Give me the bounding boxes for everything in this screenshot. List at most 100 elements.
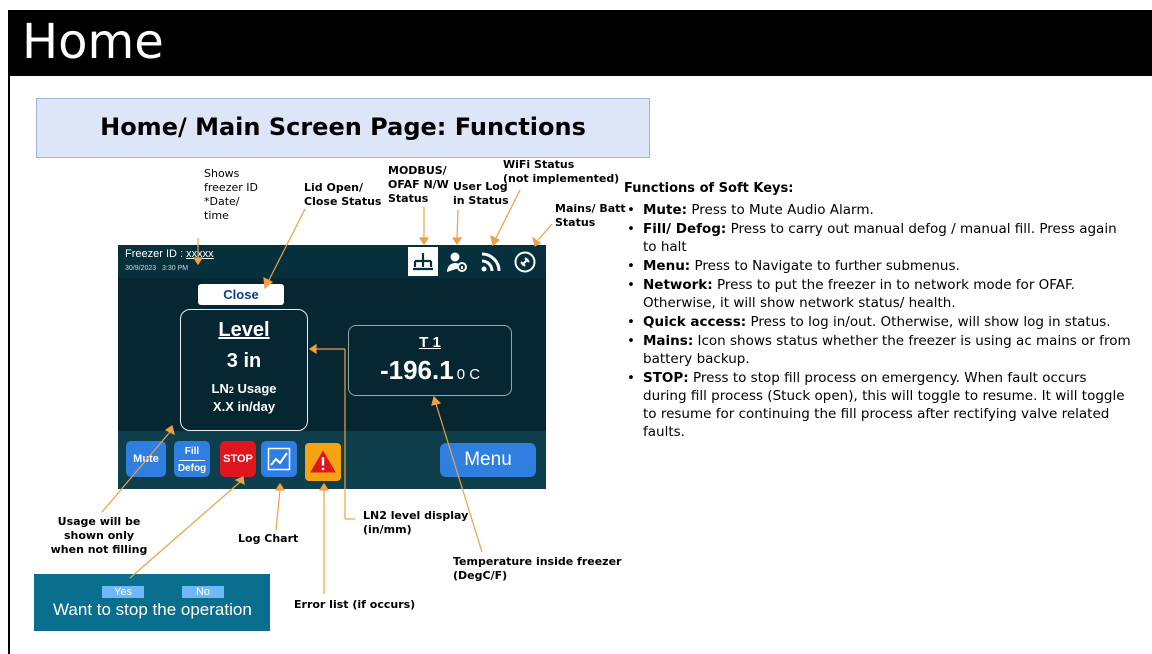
annotation-error-list: Error list (if occurs) bbox=[294, 598, 416, 611]
usage-label-prefix: LN bbox=[211, 381, 229, 396]
annotation-line: *Date/ bbox=[204, 195, 240, 208]
temperature-value: -196.1 bbox=[379, 355, 454, 385]
functions-heading: Functions of Soft Keys: bbox=[624, 181, 794, 196]
line-chart-icon bbox=[267, 447, 291, 471]
usage-label-suffix: Usage bbox=[233, 381, 277, 396]
freezer-id-value: xxxxx bbox=[186, 248, 214, 260]
temperature-label: T 1 bbox=[419, 334, 441, 351]
mains-battery-icon bbox=[510, 247, 540, 276]
functions-panel: Functions of Soft Keys: Mute: Press to M… bbox=[624, 180, 1134, 442]
usage-value: X.X in/day bbox=[212, 399, 276, 414]
fill-defog-button[interactable]: Fill Defog bbox=[174, 441, 210, 477]
function-desc: Press to stop fill process on emergency.… bbox=[643, 370, 1125, 440]
function-key: Network: bbox=[643, 277, 713, 293]
annotation-line: MODBUS/ bbox=[388, 164, 447, 177]
wifi-icon[interactable] bbox=[476, 247, 506, 276]
level-value: 3 in bbox=[226, 350, 262, 372]
annotation-line: (DegC/F) bbox=[453, 569, 508, 582]
annotation-line: Shows bbox=[204, 167, 240, 180]
function-key: Menu: bbox=[643, 258, 691, 274]
function-item-fill-defog: Fill/ Defog: Press to carry out manual d… bbox=[624, 220, 1134, 256]
error-list-button[interactable] bbox=[305, 443, 341, 481]
menu-button[interactable]: Menu bbox=[440, 443, 536, 477]
level-label: Level bbox=[218, 319, 270, 341]
lid-status-button[interactable]: Close bbox=[198, 284, 284, 305]
function-item-stop: STOP: Press to stop fill process on emer… bbox=[624, 369, 1134, 441]
annotation-line: in Status bbox=[453, 194, 509, 207]
slide-header: Home bbox=[8, 10, 1152, 76]
dialog-question: Want to stop the operation bbox=[53, 600, 252, 619]
no-button[interactable]: No bbox=[182, 586, 224, 598]
annotation-line: time bbox=[204, 209, 229, 222]
status-bar: Freezer ID : xxxxx 30/9/2023 3:30 PM bbox=[118, 245, 546, 278]
slide-title: Home bbox=[22, 14, 164, 70]
annotation-line: (in/mm) bbox=[363, 523, 412, 536]
annotation-line: Status bbox=[555, 216, 596, 229]
annotation-user-log: User Log in Status bbox=[453, 180, 509, 208]
freezer-id-label: Freezer ID : bbox=[125, 248, 184, 260]
soft-key-bar: Mute Fill Defog STOP Menu bbox=[118, 431, 546, 489]
annotation-line: when not filling bbox=[50, 543, 148, 556]
subtitle-banner: Home/ Main Screen Page: Functions bbox=[36, 98, 650, 158]
function-key: Quick access: bbox=[643, 314, 747, 330]
date-value: 30/9/2023 bbox=[125, 265, 157, 272]
fill-label: Fill bbox=[184, 446, 200, 457]
level-panel: Level 3 in LN2 Usage X.X in/day bbox=[180, 309, 308, 431]
annotation-log-chart: Log Chart bbox=[238, 532, 299, 545]
function-desc: Icon shows status whether the freezer is… bbox=[643, 333, 1131, 367]
annotation-line: freezer ID bbox=[204, 181, 258, 194]
slide-left-border bbox=[8, 76, 10, 654]
subtitle-text: Home/ Main Screen Page: Functions bbox=[100, 113, 586, 141]
stop-confirm-dialog: Yes No Want to stop the operation bbox=[34, 574, 270, 631]
stop-button[interactable]: STOP bbox=[220, 441, 256, 477]
function-key: Mains: bbox=[643, 333, 694, 349]
function-item-network: Network: Press to put the freezer in to … bbox=[624, 276, 1134, 312]
annotation-ln2-level: LN2 level display (in/mm) bbox=[363, 509, 468, 537]
annotation-line: LN2 level display bbox=[363, 509, 469, 522]
annotation-line: shown only bbox=[63, 529, 135, 542]
annotation-usage: Usage will be shown only when not fillin… bbox=[49, 515, 149, 557]
mute-button[interactable]: Mute bbox=[126, 441, 166, 477]
temperature-panel: T 1 -196.1 0 C bbox=[348, 325, 512, 396]
annotation-modbus: MODBUS/ OFAF N/W Status bbox=[388, 164, 449, 206]
yes-button[interactable]: Yes bbox=[102, 586, 144, 598]
function-desc: Press to log in/out. Otherwise, will sho… bbox=[750, 314, 1111, 330]
annotation-line: Close Status bbox=[304, 195, 382, 208]
function-item-mute: Mute: Press to Mute Audio Alarm. bbox=[624, 201, 1134, 219]
annotation-line: OFAF N/W bbox=[388, 178, 449, 191]
annotation-line: (not implemented) bbox=[503, 172, 620, 185]
log-chart-button[interactable] bbox=[261, 441, 297, 477]
network-icon[interactable] bbox=[408, 247, 438, 276]
temperature-readout: -196.1 0 C bbox=[349, 355, 511, 386]
defog-label: Defog bbox=[177, 463, 207, 474]
function-item-menu: Menu: Press to Navigate to further subme… bbox=[624, 257, 1134, 275]
annotation-lid: Lid Open/ Close Status bbox=[304, 181, 381, 209]
temperature-unit: 0 C bbox=[456, 366, 481, 383]
annotation-wifi: WiFi Status (not implemented) bbox=[503, 158, 619, 186]
device-home-screen: Freezer ID : xxxxx 30/9/2023 3:30 PM Clo… bbox=[118, 245, 546, 489]
leader-log-chart bbox=[275, 489, 281, 531]
function-desc: Press to Navigate to further submenus. bbox=[694, 258, 960, 274]
time-value: 3:30 PM bbox=[162, 265, 189, 272]
annotation-temperature: Temperature inside freezer (DegC/F) bbox=[453, 555, 621, 583]
leader-user-log bbox=[456, 209, 459, 239]
annotation-line: Mains/ Batt bbox=[555, 202, 626, 215]
annotation-line: Status bbox=[388, 192, 429, 205]
annotation-line: Temperature inside freezer bbox=[453, 555, 622, 568]
function-key: Mute: bbox=[643, 202, 688, 218]
functions-list: Mute: Press to Mute Audio Alarm. Fill/ D… bbox=[624, 201, 1134, 441]
leader-mains bbox=[537, 223, 553, 241]
function-key: Fill/ Defog: bbox=[643, 221, 727, 237]
user-log-icon[interactable] bbox=[442, 247, 472, 276]
function-desc: Press to Mute Audio Alarm. bbox=[691, 202, 874, 218]
function-key: STOP: bbox=[643, 370, 689, 386]
freezer-id-display: Freezer ID : xxxxx bbox=[125, 248, 214, 260]
annotation-line: Lid Open/ bbox=[304, 181, 364, 194]
annotation-mains: Mains/ Batt Status bbox=[555, 202, 626, 230]
function-item-mains: Mains: Icon shows status whether the fre… bbox=[624, 332, 1134, 368]
function-item-quick-access: Quick access: Press to log in/out. Other… bbox=[624, 313, 1134, 331]
annotation-freezer-id: Shows freezer ID *Date/ time bbox=[204, 167, 258, 223]
annotation-line: User Log bbox=[453, 180, 508, 193]
fill-defog-divider bbox=[179, 460, 205, 461]
annotation-line: Usage will be bbox=[57, 515, 141, 528]
